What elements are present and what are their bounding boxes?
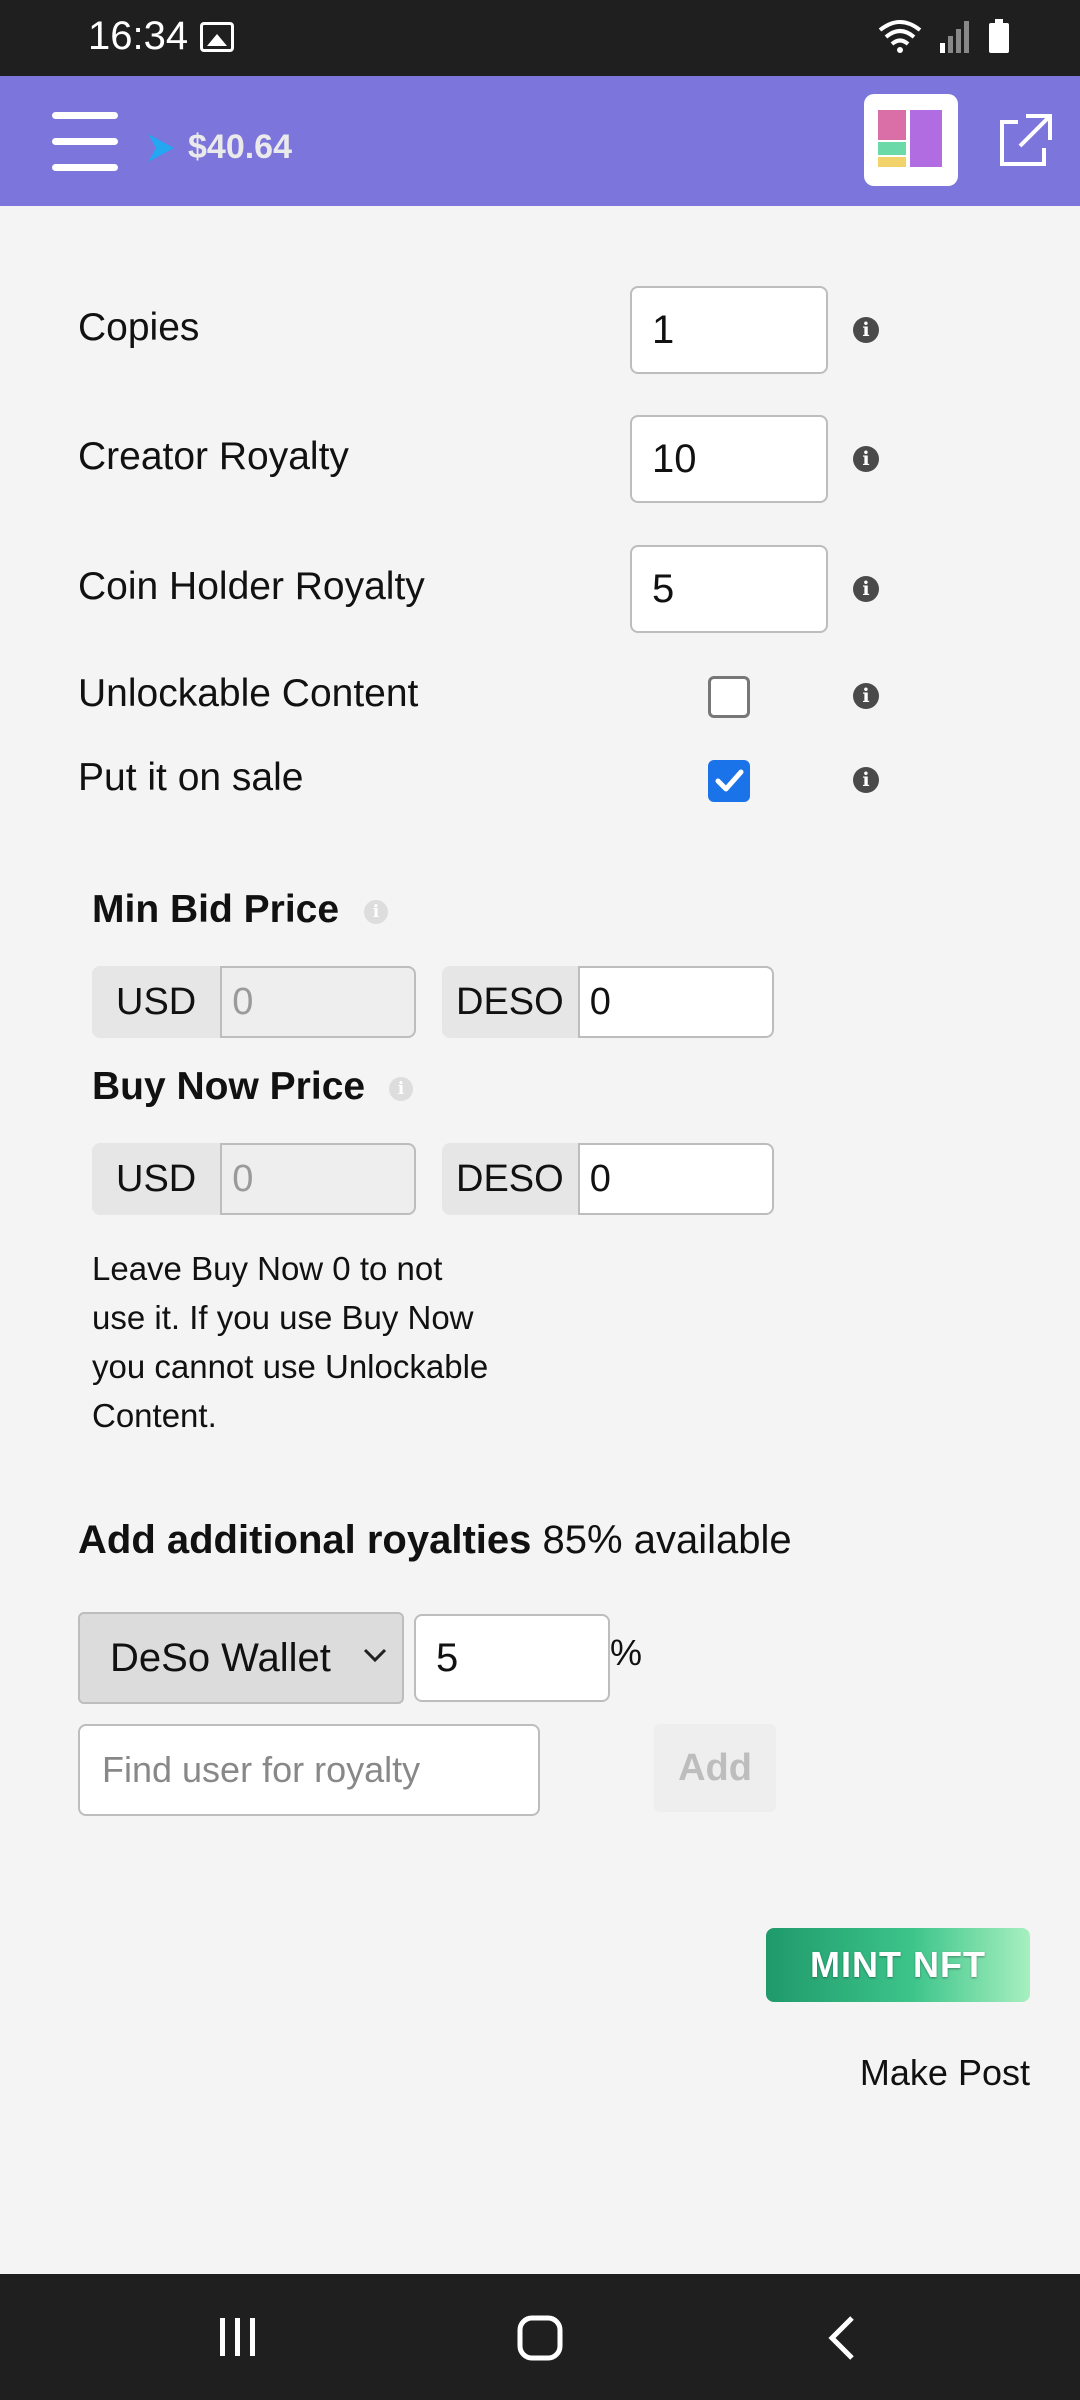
- chevron-down-icon: [363, 1648, 387, 1663]
- additional-royalties-heading: Add additional royalties 85% available: [78, 1518, 792, 1563]
- mint-nft-button[interactable]: MINT NFT: [766, 1928, 1030, 2002]
- min-bid-deso-group: DESO 0: [442, 966, 774, 1038]
- chevron-right-icon: [148, 134, 174, 162]
- status-icons: [878, 18, 1010, 54]
- checkmark-icon: [715, 769, 744, 792]
- signal-icon: [940, 21, 969, 53]
- make-post-link[interactable]: Make Post: [860, 2052, 1030, 2094]
- creator-royalty-input[interactable]: 10: [630, 415, 828, 503]
- put-on-sale-info-icon[interactable]: i: [853, 767, 879, 793]
- unlockable-content-label: Unlockable Content: [78, 672, 419, 715]
- wallet-type-value: DeSo Wallet: [110, 1636, 331, 1680]
- copies-input[interactable]: 1: [630, 286, 828, 374]
- image-notification-icon: [200, 22, 234, 52]
- buy-now-help-text: Leave Buy Now 0 to not use it. If you us…: [92, 1250, 489, 1434]
- menu-icon[interactable]: [52, 112, 118, 172]
- put-on-sale-label: Put it on sale: [78, 756, 304, 799]
- home-icon[interactable]: [516, 2314, 564, 2362]
- additional-royalties-title: Add additional royalties: [78, 1518, 532, 1562]
- min-bid-info-icon[interactable]: i: [364, 900, 388, 924]
- wifi-icon: [878, 20, 922, 53]
- system-nav-bar: [0, 2274, 1080, 2400]
- buy-now-title: Buy Now Price: [92, 1065, 366, 1108]
- min-bid-deso-input[interactable]: 0: [577, 966, 774, 1038]
- coin-holder-royalty-info-icon[interactable]: i: [853, 576, 879, 602]
- recent-apps-icon[interactable]: [216, 2314, 260, 2360]
- copies-label: Copies: [78, 306, 200, 349]
- wallet-balance[interactable]: $40.64: [188, 128, 292, 167]
- app-logo[interactable]: [864, 94, 958, 186]
- external-link-icon[interactable]: [996, 112, 1054, 170]
- min-bid-deso-addon: DESO: [442, 966, 578, 1038]
- put-on-sale-checkbox[interactable]: [708, 760, 750, 802]
- buy-now-usd-input: 0: [220, 1143, 417, 1215]
- logo-icon: [878, 110, 942, 167]
- min-bid-usd-group: USD 0: [92, 966, 417, 1038]
- app-header: $40.64: [0, 76, 1080, 206]
- buy-now-info-icon[interactable]: i: [389, 1077, 413, 1101]
- min-bid-usd-input: 0: [220, 966, 417, 1038]
- copies-info-icon[interactable]: i: [853, 317, 879, 343]
- unlockable-content-info-icon[interactable]: i: [853, 683, 879, 709]
- percent-sign: %: [610, 1632, 643, 1673]
- coin-holder-royalty-input[interactable]: 5: [630, 545, 828, 633]
- creator-royalty-info-icon[interactable]: i: [853, 446, 879, 472]
- status-time: 16:34: [88, 14, 189, 58]
- find-user-input[interactable]: Find user for royalty: [78, 1724, 540, 1816]
- battery-icon: [989, 19, 1009, 53]
- buy-now-deso-input[interactable]: 0: [577, 1143, 774, 1215]
- add-royalty-button[interactable]: Add: [654, 1724, 776, 1812]
- coin-holder-royalty-label: Coin Holder Royalty: [78, 565, 425, 608]
- buy-now-deso-group: DESO 0: [442, 1143, 774, 1215]
- min-bid-title: Min Bid Price: [92, 888, 340, 931]
- buy-now-usd-addon: USD: [92, 1143, 221, 1215]
- buy-now-usd-group: USD 0: [92, 1143, 417, 1215]
- royalties-available: 85% available: [542, 1518, 792, 1562]
- royalty-percent-input[interactable]: 5: [414, 1614, 610, 1702]
- unlockable-content-checkbox[interactable]: [708, 676, 750, 718]
- wallet-type-select[interactable]: DeSo Wallet: [78, 1612, 404, 1704]
- buy-now-deso-addon: DESO: [442, 1143, 578, 1215]
- min-bid-usd-addon: USD: [92, 966, 221, 1038]
- back-icon[interactable]: [826, 2314, 858, 2362]
- status-bar: 16:34: [0, 0, 1080, 76]
- creator-royalty-label: Creator Royalty: [78, 435, 349, 478]
